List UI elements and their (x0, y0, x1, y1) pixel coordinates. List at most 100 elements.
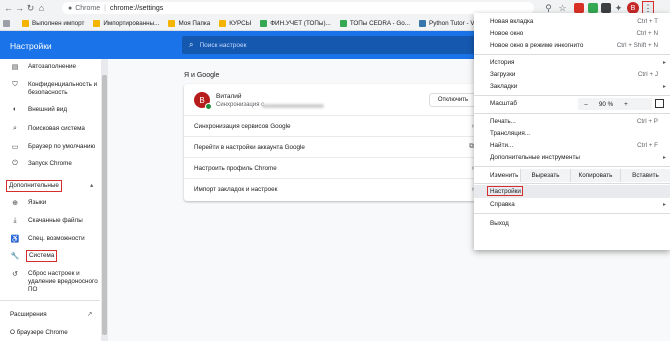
bookmark-item[interactable]: Моя Папка (168, 19, 211, 27)
menu-new-tab[interactable]: Новая вкладка Ctrl + T (474, 16, 670, 27)
sidebar-item-languages[interactable]: ⊕ Языки (0, 199, 100, 207)
scrollbar-thumb[interactable] (102, 75, 107, 335)
copy-button[interactable]: Копировать (570, 169, 620, 182)
reload-icon[interactable]: ↻ (25, 2, 36, 14)
sidebar-item-extensions[interactable]: Расширения ↗ (0, 311, 100, 319)
bookmark-label: Выполнен импорт (32, 19, 85, 27)
globe-icon: ⊕ (12, 200, 18, 207)
edit-label: Изменить (490, 172, 519, 179)
sidebar-item-privacy[interactable]: ⛉ Конфиденциальность и безопасность (0, 81, 100, 97)
extension-dark-icon[interactable] (601, 3, 611, 13)
row-import[interactable]: Импорт закладок и настроек › (184, 179, 480, 200)
bookmark-item[interactable]: Выполнен импорт (22, 19, 85, 27)
menu-downloads[interactable]: Загрузки Ctrl + J (474, 69, 670, 80)
row-label: Импорт закладок и настроек (194, 186, 278, 193)
sync-on-icon (205, 103, 212, 110)
sidebar-item-accessibility[interactable]: ♿ Спец. возможности (0, 235, 100, 243)
back-icon[interactable]: ← (3, 2, 14, 14)
cut-button[interactable]: Вырезать (520, 169, 570, 182)
paste-button[interactable]: Вставить (620, 169, 670, 182)
menu-bookmarks[interactable]: Закладки ▸ (474, 81, 670, 92)
sidebar-item-default-browser[interactable]: ▭ Браузер по умолчанию (0, 143, 100, 151)
sidebar-item-label: Запуск Chrome (28, 160, 72, 167)
menu-label: Закладки (490, 83, 518, 90)
bookmark-label: Моя Папка (178, 19, 211, 27)
sidebar-item-startup[interactable]: ⏻ Запуск Chrome (0, 160, 100, 168)
sidebar-item-label: Спец. возможности (28, 235, 85, 242)
sidebar-item-appearance[interactable]: ◐ Внешний вид (0, 106, 100, 114)
menu-label: Трансляция... (490, 130, 530, 137)
home-icon[interactable]: ⌂ (36, 2, 47, 14)
row-google-account[interactable]: Перейти в настройки аккаунта Google ⧉ (184, 137, 480, 158)
browser-icon: ▭ (11, 144, 19, 151)
menu-cast[interactable]: Трансляция... (474, 128, 670, 139)
address-bar[interactable]: ● Chrome | chrome://settings (62, 2, 534, 14)
menu-shortcut: Ctrl + N (636, 30, 658, 37)
bookmark-item[interactable]: Импортированны... (93, 19, 159, 27)
bookmark-item[interactable]: ТОПы CEDRA - Go... (339, 19, 411, 27)
fullscreen-icon[interactable] (655, 99, 664, 108)
avatar-letter: В (199, 95, 205, 105)
url-separator: | (104, 4, 106, 12)
sidebar-item-system[interactable]: 🔧 Система (0, 250, 100, 262)
menu-shortcut: Ctrl + T (637, 18, 658, 25)
menu-incognito[interactable]: Новое окно в режиме инкогнито Ctrl + Shi… (474, 40, 670, 51)
extension-gmail-icon[interactable] (574, 3, 584, 13)
sidebar-item-label: Автозаполнение (28, 63, 76, 70)
submenu-arrow-icon: ▸ (662, 60, 666, 66)
extension-green-icon[interactable] (588, 3, 598, 13)
signout-button[interactable]: Отключить (429, 93, 477, 107)
menu-more-tools[interactable]: Дополнительные инструменты ▸ (474, 152, 670, 163)
submenu-arrow-icon: ▸ (662, 155, 666, 161)
sidebar-item-label: Расширения (10, 311, 47, 318)
row-chrome-profile[interactable]: Настроить профиль Chrome › (184, 158, 480, 179)
zoom-in-button[interactable]: + (618, 101, 634, 108)
menu-label: Новое окно в режиме инкогнито (490, 42, 584, 49)
wrench-icon: 🔧 (10, 253, 20, 260)
submenu-arrow-icon: ▸ (662, 202, 666, 208)
menu-label: Выход (490, 220, 509, 227)
sidebar-item-label: О браузере Chrome (10, 329, 68, 336)
menu-shortcut: Ctrl + P (636, 118, 658, 125)
sidebar-item-search-engine[interactable]: ⌕ Поисковая система (0, 125, 100, 133)
python-icon (419, 19, 427, 27)
forward-icon[interactable]: → (14, 2, 25, 14)
sidebar-divider (0, 300, 100, 301)
sidebar-item-label: Сброс настроек и удаление вредоносного П… (28, 270, 98, 293)
menu-help[interactable]: Справка ▸ (474, 199, 670, 210)
folder-icon (168, 19, 176, 27)
menu-shortcut: Ctrl + F (637, 142, 658, 149)
apps-button[interactable] (3, 19, 13, 27)
menu-history[interactable]: История ▸ (474, 57, 670, 68)
zoom-out-button[interactable]: – (578, 101, 594, 108)
sheet-icon (339, 19, 347, 27)
sidebar-item-downloads[interactable]: ⤓ Скачанные файлы (0, 217, 100, 225)
bookmark-label: ФИН.УЧЕТ (ТОПы)... (270, 19, 331, 27)
menu-divider (474, 113, 670, 114)
menu-label: Настройки (490, 188, 521, 195)
bookmark-label: ТОПы CEDRA - Go... (349, 19, 411, 27)
search-icon: ⌕ (189, 40, 194, 49)
search-input[interactable]: ⌕ Поиск настроек (182, 36, 492, 54)
sidebar-item-about[interactable]: О браузере Chrome (0, 329, 100, 337)
menu-exit[interactable]: Выход (474, 218, 670, 229)
menu-label: Загрузки (490, 71, 516, 78)
sidebar-item-autofill[interactable]: ▤ Автозаполнение (0, 63, 100, 71)
menu-print[interactable]: Печать... Ctrl + P (474, 116, 670, 127)
sidebar-item-advanced[interactable]: Дополнительные ▴ (0, 180, 100, 192)
bookmark-label: КУРСЫ (229, 19, 252, 27)
bookmark-item[interactable]: ФИН.УЧЕТ (ТОПы)... (260, 19, 331, 27)
row-sync-services[interactable]: Синхронизация сервисов Google › (184, 116, 480, 137)
submenu-arrow-icon: ▸ (662, 84, 666, 90)
sidebar-item-label: Система (25, 250, 58, 262)
site-info-icon[interactable]: ● (68, 5, 72, 12)
search-placeholder: Поиск настроек (199, 41, 247, 49)
menu-label: Печать... (490, 118, 516, 125)
sidebar-item-label: Скачанные файлы (28, 217, 83, 224)
sidebar-item-reset[interactable]: ↺ Сброс настроек и удаление вредоносного… (0, 270, 100, 294)
bookmark-item[interactable]: КУРСЫ (219, 19, 252, 27)
menu-find[interactable]: Найти... Ctrl + F (474, 140, 670, 151)
menu-settings[interactable]: Настройки (474, 185, 670, 198)
menu-new-window[interactable]: Новое окно Ctrl + N (474, 28, 670, 39)
menu-label: Масштаб (490, 100, 517, 107)
